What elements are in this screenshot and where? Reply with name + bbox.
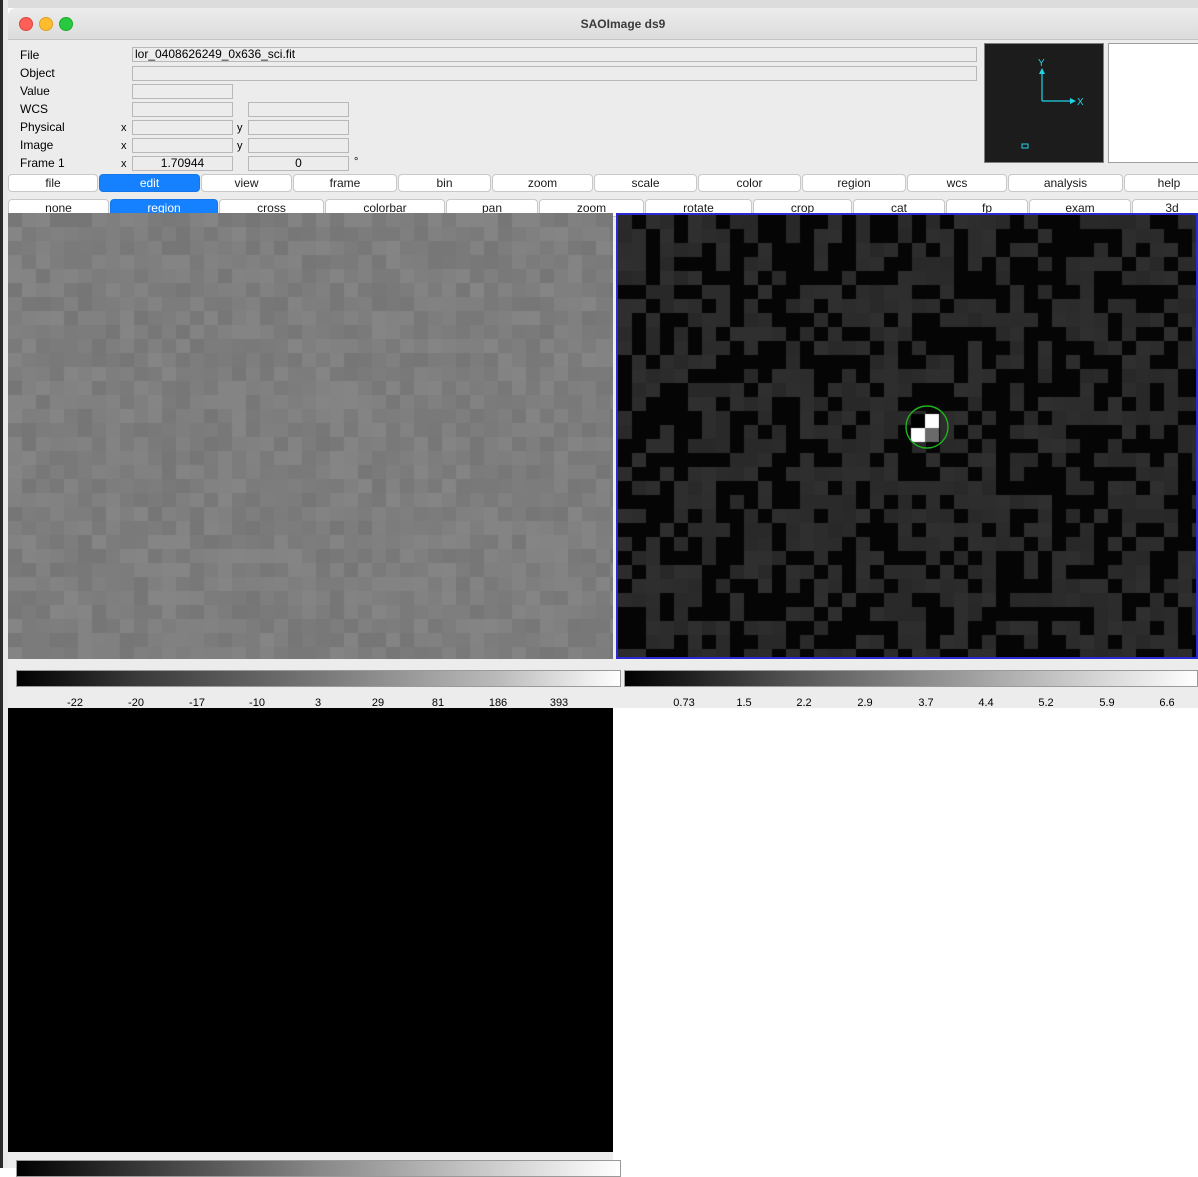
colorbar1-tick-label: 29 [371, 697, 385, 709]
frame-angle-field: 0 [248, 156, 349, 171]
colorbar2-tick-label: 2.2 [796, 697, 812, 709]
background-window-strip [0, 0, 1198, 8]
physical-x-field [132, 120, 233, 135]
colorbar2-tick-label: 1.5 [736, 697, 752, 709]
physical-label: Physical [20, 120, 65, 134]
menu-edit-button[interactable]: edit [99, 174, 200, 192]
title-bar[interactable]: SAOImage ds9 [8, 8, 1198, 40]
degree-symbol: ° [354, 156, 359, 168]
image-frame-3[interactable] [8, 708, 613, 1152]
background-window-border [0, 0, 3, 1168]
menu-bin-button[interactable]: bin [398, 174, 491, 192]
object-label: Object [20, 66, 55, 80]
menu-region-button[interactable]: region [802, 174, 906, 192]
colorbar1-tick-label: -17 [189, 697, 205, 709]
empty-frame-area [613, 708, 1198, 1168]
image-x-axis-label: x [121, 140, 127, 152]
circle-region[interactable] [905, 405, 949, 449]
info-panel: File Object Value WCS Physical Image Fra… [8, 40, 1198, 174]
value-label: Value [20, 84, 50, 98]
image-y-field [248, 138, 349, 153]
colorbar2-tick-label: 2.9 [857, 697, 873, 709]
panner-compass-icon: Y X [1021, 58, 1084, 149]
panner-view-box [1021, 143, 1029, 149]
frame-zoom-field: 1.70944 [132, 156, 233, 171]
menu-analysis-button[interactable]: analysis [1008, 174, 1123, 192]
value-field [132, 84, 233, 99]
frame-x-axis-label: x [121, 158, 127, 170]
colorbar2-tick-label: 4.4 [978, 697, 994, 709]
image-frame-2[interactable] [616, 213, 1198, 659]
colorbar2-tick-label: 3.7 [918, 697, 934, 709]
colorbar2-tick-label: 5.9 [1099, 697, 1115, 709]
menu-frame-button[interactable]: frame [293, 174, 397, 192]
file-label: File [20, 48, 40, 62]
image-x-field [132, 138, 233, 153]
colorbar1-tick-label: 81 [431, 697, 445, 709]
panner-x-label: X [1077, 97, 1084, 108]
menu-help-button[interactable]: help [1124, 174, 1198, 192]
frame-label: Frame 1 [20, 156, 65, 170]
colorbar-3[interactable] [16, 1160, 621, 1177]
wcs-y-field [248, 102, 349, 117]
colorbar2-tick-label: 6.6 [1159, 697, 1175, 709]
menu-wcs-button[interactable]: wcs [907, 174, 1007, 192]
window-title: SAOImage ds9 [580, 17, 666, 31]
circle-region-overlay [905, 405, 949, 449]
colorbar1-tick-label: -10 [249, 697, 265, 709]
physical-x-axis-label: x [121, 122, 127, 134]
image-y-axis-label: y [237, 140, 243, 152]
menu-view-button[interactable]: view [201, 174, 292, 192]
panner-view[interactable]: Y X [984, 43, 1104, 163]
panner-y-label: Y [1038, 58, 1045, 69]
menu-zoom-button[interactable]: zoom [492, 174, 593, 192]
colorbar1-tick-label: 3 [314, 697, 322, 709]
colorbar1-tick-label: -20 [128, 697, 144, 709]
menu-color-button[interactable]: color [698, 174, 801, 192]
image-label: Image [20, 138, 54, 152]
colorbar2-tick-label: 5.2 [1038, 697, 1054, 709]
image-frame-1[interactable] [8, 213, 613, 659]
magnifier-view [1108, 43, 1198, 163]
colorbar1-tick-label: 393 [549, 697, 569, 709]
physical-y-field [248, 120, 349, 135]
file-field: lor_0408626249_0x636_sci.fit [132, 47, 977, 62]
colorbar1-tick-label: -22 [67, 697, 83, 709]
colorbar-2[interactable] [624, 670, 1198, 687]
colorbar-1[interactable] [16, 670, 621, 687]
physical-y-axis-label: y [237, 122, 243, 134]
menu-scale-button[interactable]: scale [594, 174, 697, 192]
colorbar2-tick-label: 0.73 [673, 697, 695, 709]
colorbar1-tick-label: 186 [488, 697, 508, 709]
frame-1-image [8, 213, 613, 659]
wcs-x-field [132, 102, 233, 117]
wcs-label: WCS [20, 102, 48, 116]
menu-button-bar: file edit view frame bin zoom scale color region… [8, 174, 1198, 194]
menu-file-button[interactable]: file [8, 174, 98, 192]
object-field [132, 66, 977, 81]
